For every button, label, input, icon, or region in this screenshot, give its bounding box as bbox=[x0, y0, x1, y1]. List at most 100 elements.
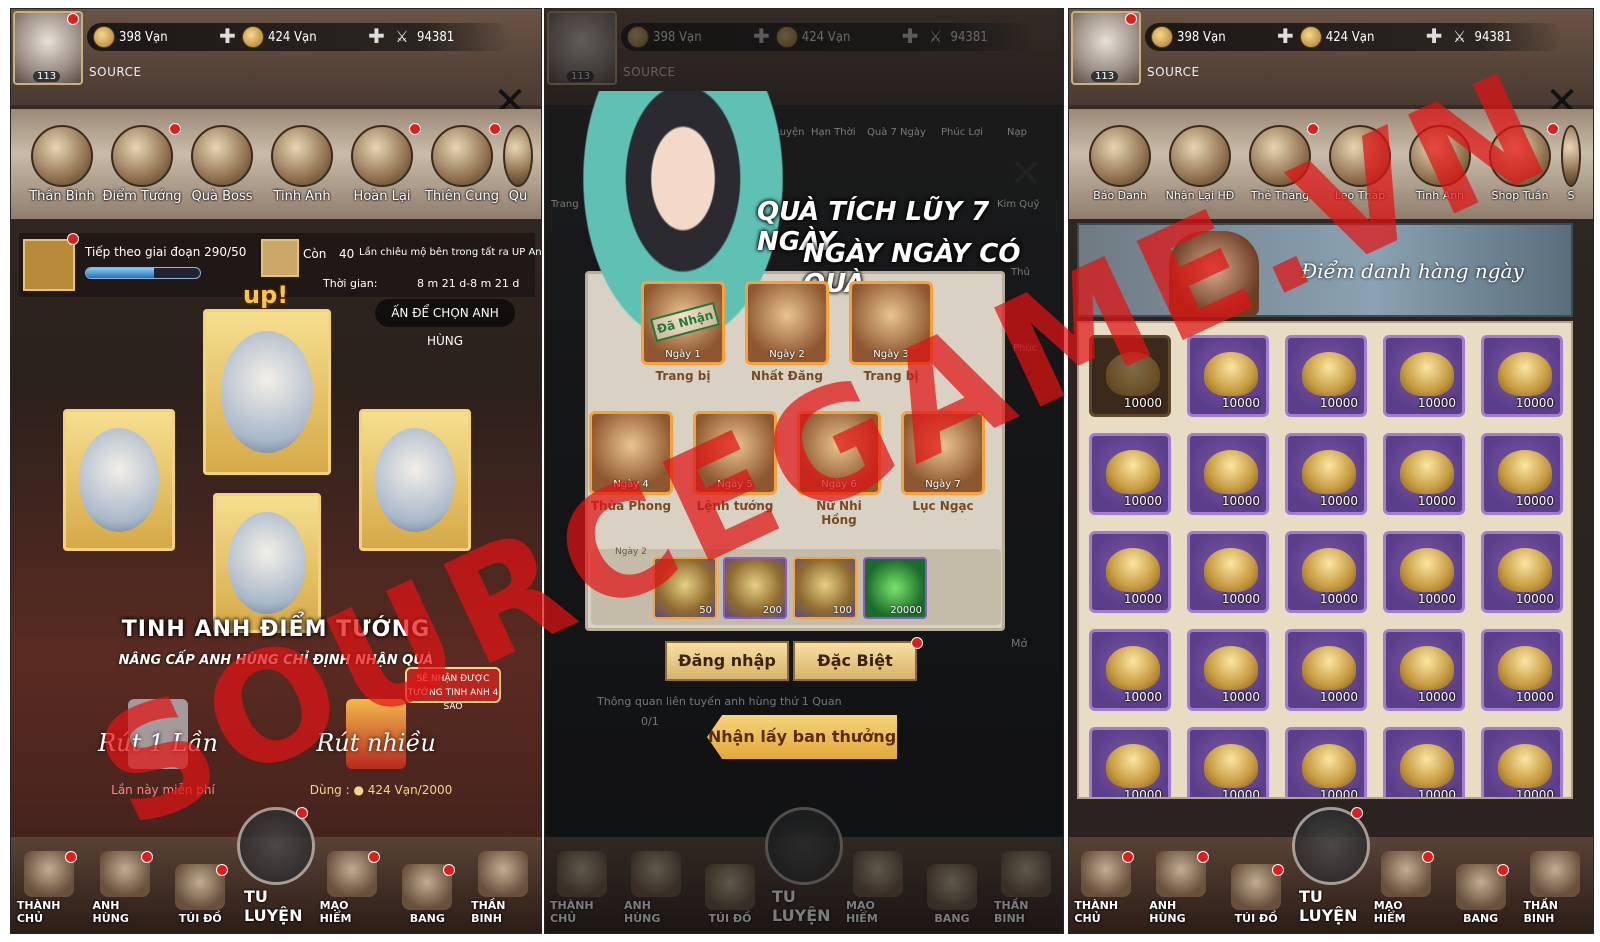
hero-card-bottom[interactable] bbox=[213, 493, 321, 633]
gold-ingot-reward-cell[interactable]: 10000 bbox=[1383, 531, 1465, 613]
gold-ingot-reward-cell[interactable]: 10000 bbox=[1187, 727, 1269, 797]
gold-ingot-reward-cell[interactable]: 10000 bbox=[1285, 433, 1367, 515]
login-tab-button[interactable]: Đăng nhập bbox=[665, 641, 789, 681]
nav-tui-do[interactable]: TÚI ĐỒ bbox=[698, 864, 762, 925]
hero-thumb-icon[interactable] bbox=[23, 239, 75, 291]
day-reward-5[interactable]: Ngày 5 Lệnh tướng bbox=[693, 411, 777, 513]
nav-anh-hung[interactable]: ANH HÙNG bbox=[624, 851, 688, 925]
add-copper-button[interactable]: ✚ bbox=[219, 26, 236, 48]
tab-leo-thap[interactable]: Leo Tháp bbox=[1321, 109, 1399, 219]
nav-bang[interactable]: BANG bbox=[395, 864, 459, 925]
nav-bang[interactable]: BANG bbox=[920, 864, 984, 925]
tab-bao-danh[interactable]: Báo Danh bbox=[1081, 109, 1159, 219]
day-number: Ngày 3 bbox=[873, 349, 909, 360]
nav-mao-hiem[interactable]: MẠO HIỂM bbox=[846, 851, 910, 925]
nav-mao-hiem[interactable]: MẠO HIỂM bbox=[1374, 851, 1438, 925]
claim-reward-button[interactable]: Nhận lấy ban thưởng bbox=[707, 715, 897, 759]
gold-ingot-reward-cell[interactable]: 10000 bbox=[1187, 629, 1269, 711]
gold-ingot-reward-cell[interactable]: 10000 bbox=[1481, 335, 1563, 417]
tab-tinh-anh[interactable]: Tinh Anh bbox=[1401, 109, 1479, 219]
reward-amount: 10000 bbox=[1221, 690, 1260, 704]
gold-ingot-reward-cell[interactable]: 10000 bbox=[1187, 531, 1269, 613]
nav-tu-luyen[interactable]: TU LUYỆN bbox=[236, 807, 315, 925]
day-reward-4[interactable]: Ngày 4 Thừa Phong bbox=[589, 411, 673, 513]
gold-ingot-reward-cell[interactable]: 10000 bbox=[1383, 433, 1465, 515]
special-tab-button[interactable]: Đặc Biệt bbox=[793, 641, 917, 681]
tab-label: Leo Tháp bbox=[1334, 189, 1386, 202]
nav-bang[interactable]: BANG bbox=[1449, 864, 1513, 925]
close-icon[interactable]: ✕ bbox=[1007, 154, 1045, 194]
tab-tinh-anh[interactable]: Tinh Anh bbox=[263, 109, 341, 219]
hero-card-left[interactable] bbox=[63, 409, 175, 551]
draw-once-label: Rút 1 Lần bbox=[98, 729, 218, 757]
gold-ingot-reward-cell[interactable]: 10000 bbox=[1481, 531, 1563, 613]
gold-ingot-reward-cell[interactable]: 10000 bbox=[1481, 433, 1563, 515]
add-copper-button[interactable]: ✚ bbox=[1277, 26, 1294, 48]
hero-card-featured[interactable] bbox=[203, 309, 331, 475]
nav-thanh-chu[interactable]: THÀNH CHỦ bbox=[550, 851, 614, 925]
nav-than-binh[interactable]: THẦN BINH bbox=[471, 851, 535, 925]
nav-anh-hung[interactable]: ANH HÙNG bbox=[1149, 851, 1213, 925]
tab-label: Tinh Anh bbox=[273, 189, 331, 204]
item-qty: 200 bbox=[762, 605, 782, 616]
gold-ingot-reward-cell[interactable]: 10000 bbox=[1089, 433, 1171, 515]
gold-ingot-reward-cell[interactable]: 10000 bbox=[1383, 629, 1465, 711]
gold-ingot-reward-cell[interactable]: 10000 bbox=[1481, 629, 1563, 711]
tab-partial[interactable]: Qu bbox=[503, 109, 533, 219]
tab-than-binh[interactable]: Thần Binh bbox=[23, 109, 101, 219]
nav-than-binh[interactable]: THẦN BINH bbox=[994, 851, 1058, 925]
tab-the-thang[interactable]: Thẻ Tháng bbox=[1241, 109, 1319, 219]
nav-tu-luyen[interactable]: TU LUYỆN bbox=[1291, 807, 1370, 925]
draw-once-button[interactable]: Rút 1 Lần Lần này miễn phí bbox=[83, 699, 233, 797]
tray-exp-icon[interactable]: 20000 bbox=[863, 557, 927, 619]
tab-shop-tuan[interactable]: Shop Tuần bbox=[1481, 109, 1559, 219]
day-reward-2[interactable]: Ngày 2 Nhất Đăng bbox=[745, 281, 829, 383]
choose-hero-button[interactable]: ẤN ĐỂ CHỌN ANH HÙNG bbox=[375, 299, 515, 348]
source-label: SOURCE bbox=[89, 65, 142, 79]
gold-ingot-reward-cell[interactable]: 10000 bbox=[1187, 433, 1269, 515]
nav-tui-do[interactable]: TÚI ĐỒ bbox=[1224, 864, 1288, 925]
draw-many-sub: Dùng : ● 424 Vạn/2000 bbox=[281, 783, 481, 797]
nav-thanh-chu[interactable]: THÀNH CHỦ bbox=[17, 851, 81, 925]
gold-ingot-reward-cell[interactable]: 10000 bbox=[1089, 335, 1171, 417]
tab-label: Quà Boss bbox=[191, 189, 253, 204]
tray-ingot-icon[interactable]: 200 bbox=[723, 557, 787, 619]
nav-tu-luyen[interactable]: TU LUYỆN bbox=[765, 807, 843, 925]
gold-ingot-reward-cell[interactable]: 10000 bbox=[1089, 531, 1171, 613]
gold-ingot-reward-cell[interactable]: 10000 bbox=[1089, 727, 1171, 797]
nav-anh-hung[interactable]: ANH HÙNG bbox=[93, 851, 157, 925]
nav-tui-do[interactable]: TÚI ĐỒ bbox=[168, 864, 232, 925]
gold-ingot-icon: ● bbox=[353, 783, 364, 797]
day-reward-7[interactable]: Ngày 7 Lục Ngạc bbox=[901, 411, 985, 513]
day-reward-6[interactable]: Ngày 6 Nữ Nhi Hồng bbox=[797, 411, 881, 527]
tab-partial[interactable]: S bbox=[1561, 109, 1581, 219]
tab-hoan-lai[interactable]: Hoàn Lại bbox=[343, 109, 421, 219]
gold-ingot-reward-cell[interactable]: 10000 bbox=[1285, 335, 1367, 417]
gold-ingot-reward-cell[interactable]: 10000 bbox=[1285, 531, 1367, 613]
day-reward-1[interactable]: Đã Nhận Ngày 1 Trang bị bbox=[641, 281, 725, 383]
day-reward-name: Trang bị bbox=[655, 369, 711, 383]
tray-hero-icon[interactable]: 50 bbox=[653, 557, 717, 619]
gold-ingot-reward-cell[interactable]: 10000 bbox=[1285, 629, 1367, 711]
nav-than-binh[interactable]: THẦN BINH bbox=[1523, 851, 1587, 925]
gold-ingot-reward-cell[interactable]: 10000 bbox=[1089, 629, 1171, 711]
add-gold-button[interactable]: ✚ bbox=[368, 26, 385, 48]
day-reward-3[interactable]: Ngày 3 Trang bị bbox=[849, 281, 933, 383]
add-gold-button[interactable]: ✚ bbox=[1426, 26, 1443, 48]
hero-card-right[interactable] bbox=[359, 409, 471, 551]
tray-pearl-icon[interactable]: 100 bbox=[793, 557, 857, 619]
tab-diem-tuong[interactable]: Điểm Tướng bbox=[102, 109, 182, 219]
nav-mao-hiem[interactable]: MẠO HIỂM bbox=[320, 851, 384, 925]
nav-label: THẦN BINH bbox=[1523, 899, 1558, 925]
reward-tray: Ngày 2 50 200 100 20000 bbox=[591, 547, 1001, 625]
tab-nhan-lai-hd[interactable]: Nhận Lại HĐ bbox=[1161, 109, 1239, 219]
tab-thien-cung[interactable]: Thiên Cung bbox=[423, 109, 501, 219]
gold-ingot-reward-cell[interactable]: 10000 bbox=[1383, 335, 1465, 417]
tab-qua-boss[interactable]: Quà Boss bbox=[183, 109, 261, 219]
nav-thanh-chu[interactable]: THÀNH CHỦ bbox=[1074, 851, 1138, 925]
gold-ingot-reward-cell[interactable]: 10000 bbox=[1187, 335, 1269, 417]
gold-ingot-reward-cell[interactable]: 10000 bbox=[1285, 727, 1367, 797]
gold-ingot-reward-cell[interactable]: 10000 bbox=[1383, 727, 1465, 797]
draw-many-button[interactable]: Rút nhiều Dùng : ● 424 Vạn/2000 bbox=[301, 699, 452, 797]
gold-ingot-reward-cell[interactable]: 10000 bbox=[1481, 727, 1563, 797]
